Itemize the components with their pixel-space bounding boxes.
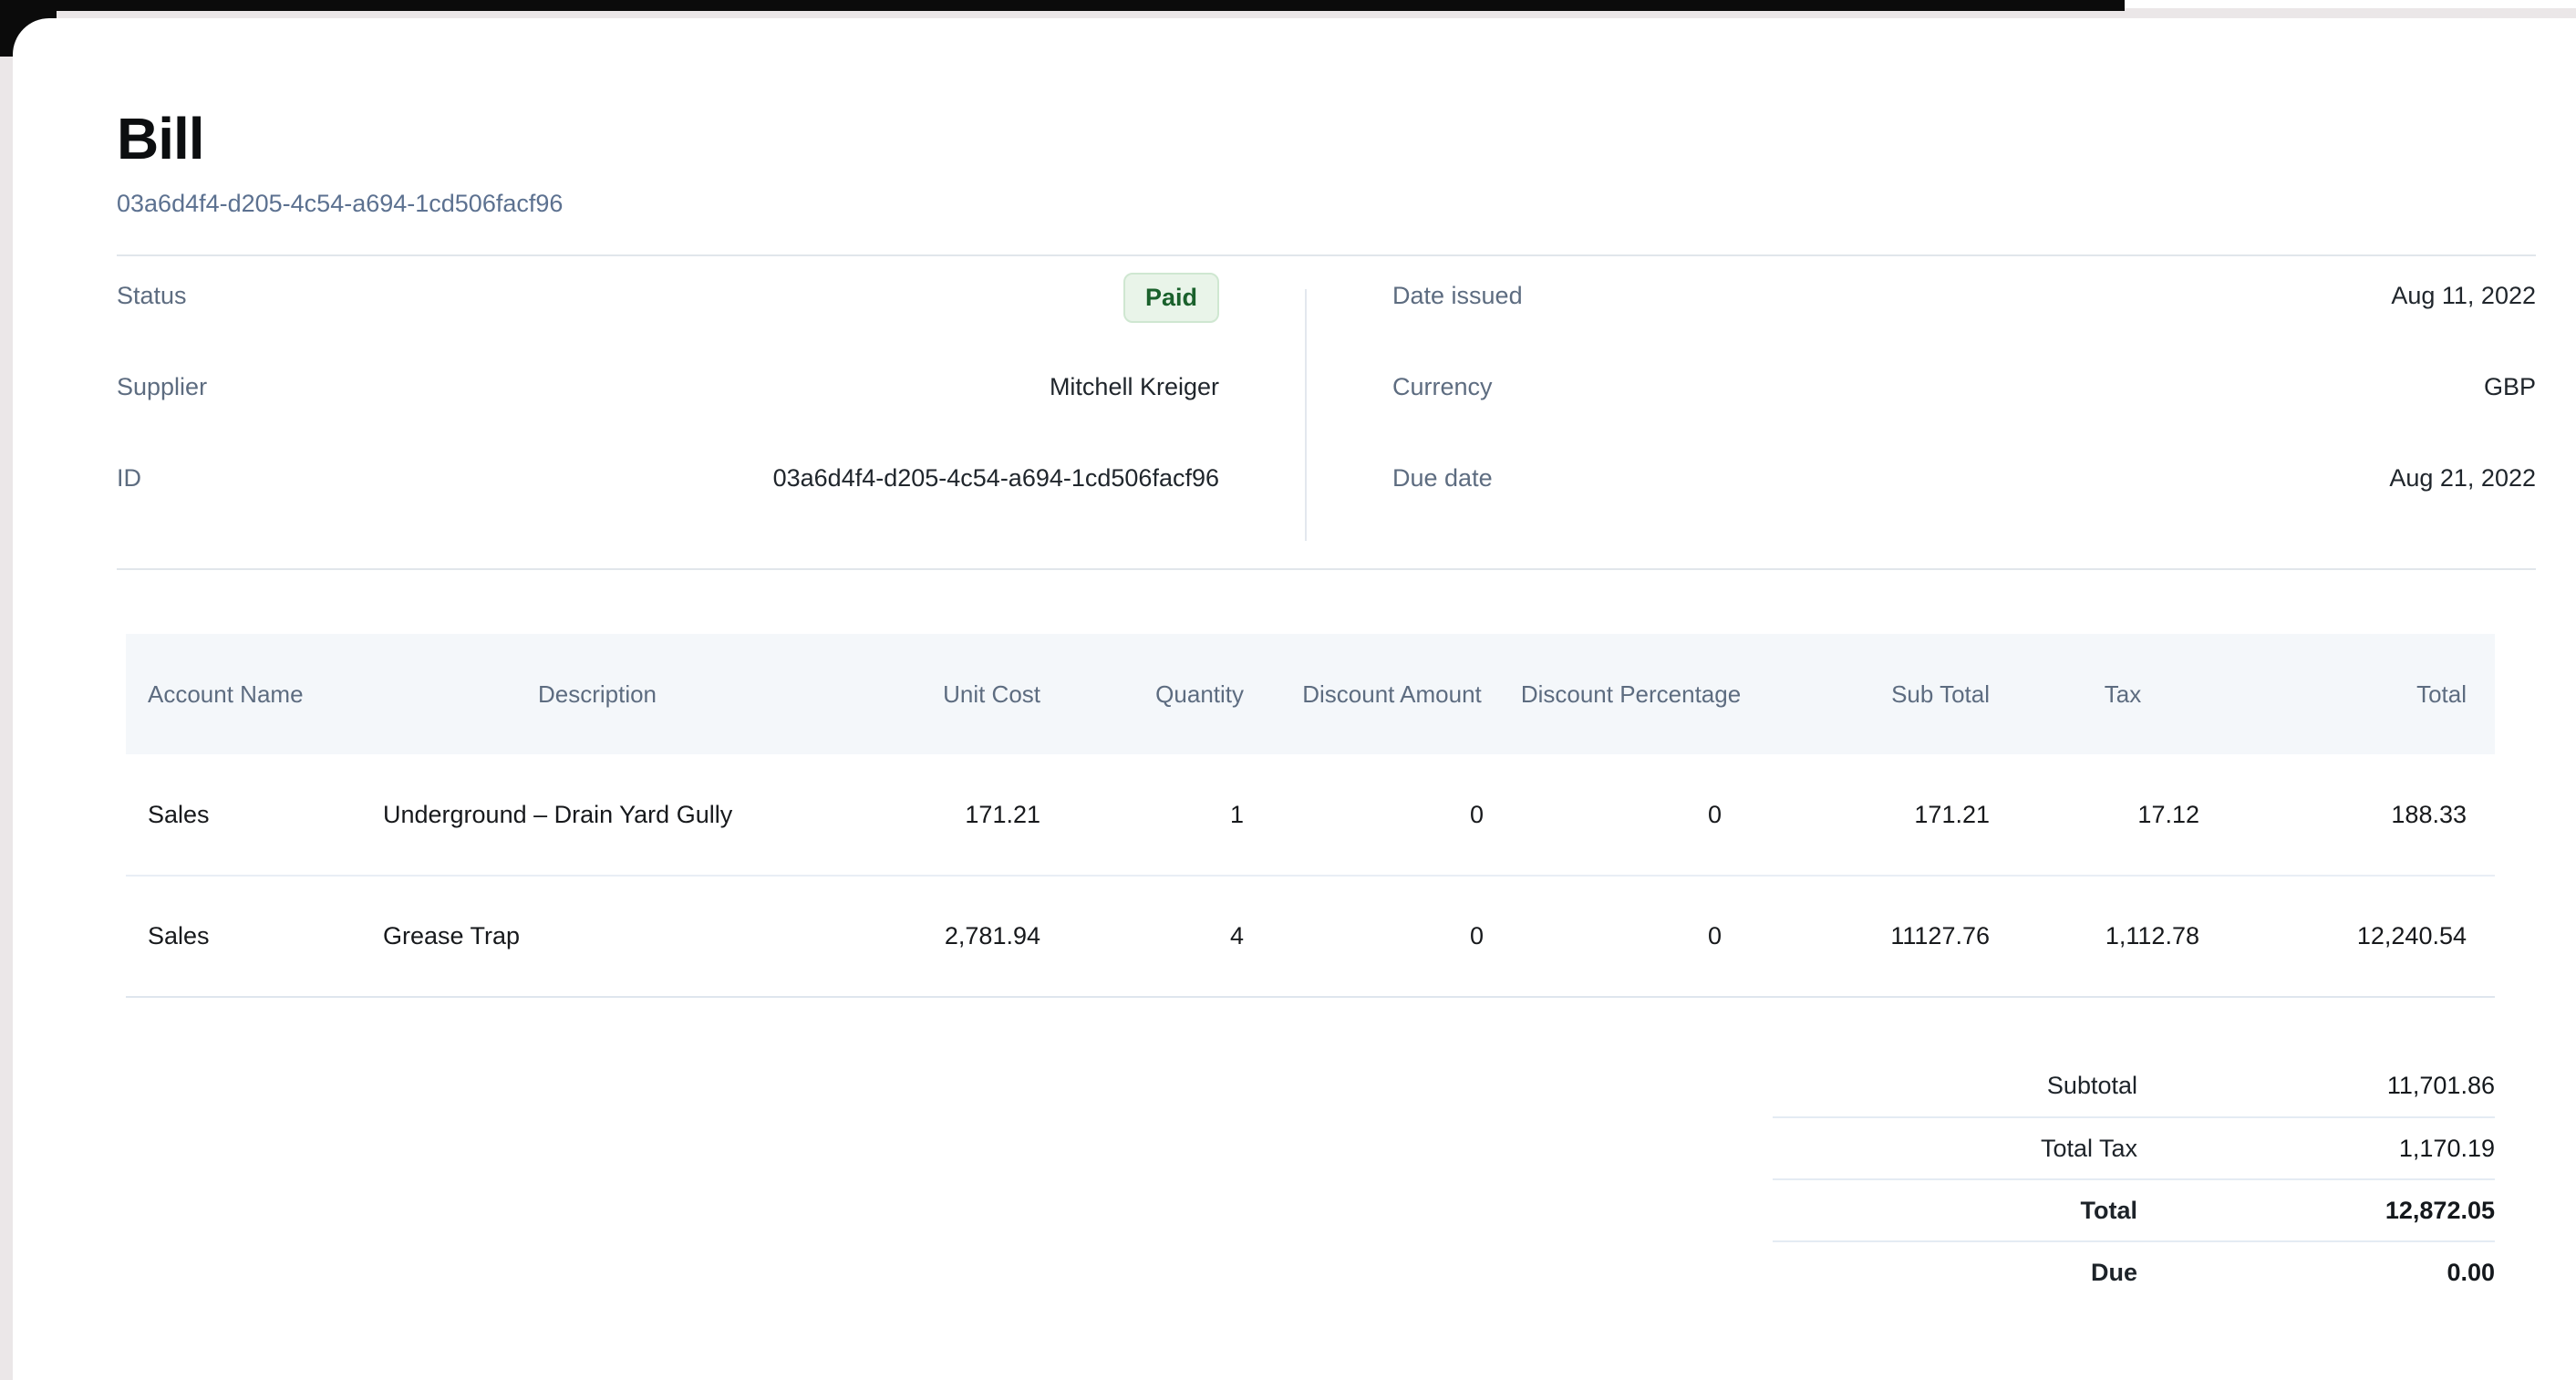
currency-label: Currency xyxy=(1392,373,1493,401)
col-header-total: Total xyxy=(2228,634,2495,754)
date-issued-row: Date issued Aug 11, 2022 xyxy=(1392,282,2536,373)
cell-quantity: 4 xyxy=(1069,876,1272,997)
subtotal-row: Subtotal 11,701.86 xyxy=(1773,1054,2495,1116)
line-items-table: Account Name Description Unit Cost Quant… xyxy=(126,634,2495,998)
due-date-row: Due date Aug 21, 2022 xyxy=(1392,464,2536,555)
cell-total: 12,240.54 xyxy=(2228,876,2495,997)
currency-value: GBP xyxy=(2484,373,2536,401)
supplier-label: Supplier xyxy=(117,373,207,401)
total-label: Total xyxy=(1773,1197,2137,1225)
bill-id-subtitle: 03a6d4f4-d205-4c54-a694-1cd506facf96 xyxy=(117,190,2536,218)
status-row: Status Paid xyxy=(117,282,1219,373)
cell-sub-total: 11127.76 xyxy=(1750,876,2018,997)
due-date-value: Aug 21, 2022 xyxy=(2389,464,2536,493)
bill-content: Bill 03a6d4f4-d205-4c54-a694-1cd506facf9… xyxy=(13,18,2576,1302)
cell-sub-total: 171.21 xyxy=(1750,754,2018,876)
status-label: Status xyxy=(117,282,187,310)
subtotal-label: Subtotal xyxy=(1773,1072,2137,1100)
due-row: Due 0.00 xyxy=(1773,1240,2495,1302)
details-column-left: Status Paid Supplier Mitchell Kreiger ID… xyxy=(117,282,1219,555)
cell-tax: 17.12 xyxy=(2018,754,2228,876)
total-tax-label: Total Tax xyxy=(1773,1135,2137,1163)
due-value: 0.00 xyxy=(2137,1259,2495,1287)
col-header-sub-total: Sub Total xyxy=(1750,634,2018,754)
bill-page: Bill 03a6d4f4-d205-4c54-a694-1cd506facf9… xyxy=(13,18,2576,1380)
status-badge: Paid xyxy=(1123,273,1219,323)
date-issued-label: Date issued xyxy=(1392,282,1523,310)
col-header-account-name: Account Name xyxy=(126,634,383,754)
due-date-label: Due date xyxy=(1392,464,1493,493)
table-header-row: Account Name Description Unit Cost Quant… xyxy=(126,634,2495,754)
cell-account-name: Sales xyxy=(126,876,383,997)
col-header-unit-cost: Unit Cost xyxy=(812,634,1069,754)
total-value: 12,872.05 xyxy=(2137,1197,2495,1225)
cell-description: Underground – Drain Yard Gully xyxy=(383,754,812,876)
cell-total: 188.33 xyxy=(2228,754,2495,876)
col-header-discount-amount: Discount Amount xyxy=(1272,634,1512,754)
col-header-description: Description xyxy=(383,634,812,754)
table-row: Sales Grease Trap 2,781.94 4 0 0 11127.7… xyxy=(126,876,2495,997)
cell-discount-amount: 0 xyxy=(1272,754,1512,876)
page-title: Bill xyxy=(117,109,2536,168)
supplier-value: Mitchell Kreiger xyxy=(1050,373,1219,401)
cell-quantity: 1 xyxy=(1069,754,1272,876)
total-tax-value: 1,170.19 xyxy=(2137,1135,2495,1163)
details-vertical-divider xyxy=(1305,289,1307,541)
cell-unit-cost: 2,781.94 xyxy=(812,876,1069,997)
cell-discount-percentage: 0 xyxy=(1512,754,1750,876)
divider-details-bottom xyxy=(117,568,2536,570)
cell-tax: 1,112.78 xyxy=(2018,876,2228,997)
currency-row: Currency GBP xyxy=(1392,373,2536,464)
table-row: Sales Underground – Drain Yard Gully 171… xyxy=(126,754,2495,876)
col-header-quantity: Quantity xyxy=(1069,634,1272,754)
supplier-row: Supplier Mitchell Kreiger xyxy=(117,373,1219,464)
total-tax-row: Total Tax 1,170.19 xyxy=(1773,1116,2495,1178)
window-top-edge xyxy=(0,0,2125,11)
id-row: ID 03a6d4f4-d205-4c54-a694-1cd506facf96 xyxy=(117,464,1219,555)
id-value: 03a6d4f4-d205-4c54-a694-1cd506facf96 xyxy=(773,464,1219,493)
details-column-right: Date issued Aug 11, 2022 Currency GBP Du… xyxy=(1392,282,2536,555)
cell-account-name: Sales xyxy=(126,754,383,876)
id-label: ID xyxy=(117,464,141,493)
cell-description: Grease Trap xyxy=(383,876,812,997)
date-issued-value: Aug 11, 2022 xyxy=(2391,282,2536,310)
col-header-discount-percentage: Discount Percentage xyxy=(1512,634,1750,754)
cell-discount-percentage: 0 xyxy=(1512,876,1750,997)
cell-discount-amount: 0 xyxy=(1272,876,1512,997)
subtotal-value: 11,701.86 xyxy=(2137,1072,2495,1100)
totals-section: Subtotal 11,701.86 Total Tax 1,170.19 To… xyxy=(1773,1054,2495,1302)
due-label: Due xyxy=(1773,1259,2137,1287)
col-header-tax: Tax xyxy=(2018,634,2228,754)
cell-unit-cost: 171.21 xyxy=(812,754,1069,876)
total-row: Total 12,872.05 xyxy=(1773,1178,2495,1240)
details-section: Status Paid Supplier Mitchell Kreiger ID… xyxy=(117,256,2536,568)
